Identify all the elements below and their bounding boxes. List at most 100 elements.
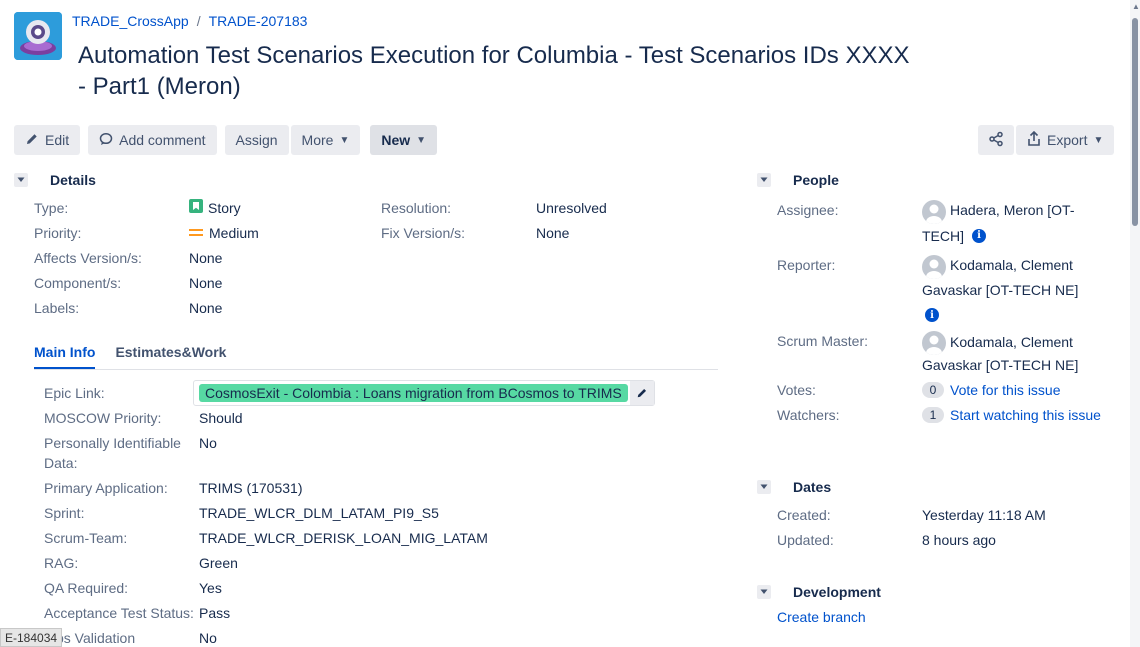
more-button[interactable]: More ▼ bbox=[290, 125, 361, 155]
add-comment-button[interactable]: Add comment bbox=[88, 125, 217, 155]
chevron-down-icon[interactable] bbox=[757, 173, 771, 187]
pencil-icon bbox=[25, 132, 39, 149]
dates-heading: Dates bbox=[793, 479, 832, 495]
chevron-down-icon: ▼ bbox=[1093, 134, 1104, 146]
type-value: Story bbox=[189, 198, 241, 218]
medium-priority-icon bbox=[189, 223, 203, 243]
pii-label-line1: Personally Identifiable bbox=[44, 435, 181, 451]
info-icon[interactable]: i bbox=[925, 308, 939, 322]
project-avatar[interactable] bbox=[14, 12, 62, 60]
resolution-value: Unresolved bbox=[536, 200, 607, 216]
pencil-icon[interactable] bbox=[630, 381, 654, 405]
labels-value[interactable]: None bbox=[189, 298, 222, 318]
page-scrollbar[interactable]: ▲ bbox=[1130, 0, 1140, 647]
chevron-down-icon: ▼ bbox=[339, 134, 350, 146]
ops-validation-value[interactable]: No bbox=[199, 628, 217, 647]
votes-count-badge: 0 bbox=[922, 382, 944, 398]
assignee-name-line1[interactable]: Hadera, Meron [OT- bbox=[950, 200, 1075, 220]
qa-required-label: QA Required: bbox=[44, 580, 129, 596]
details-heading: Details bbox=[50, 172, 96, 188]
epic-link-field[interactable]: CosmosExit - Colombia : Loans migration … bbox=[193, 380, 655, 406]
scrum-master-name-line1[interactable]: Kodamala, Clement bbox=[950, 332, 1073, 352]
watchers-label: Watchers: bbox=[777, 407, 840, 423]
reporter-name-line2[interactable]: Gavaskar [OT-TECH NE] bbox=[922, 280, 1078, 300]
info-icon[interactable]: i bbox=[972, 229, 986, 243]
chevron-down-icon[interactable] bbox=[14, 173, 28, 187]
type-value-text: Story bbox=[208, 200, 241, 216]
tab-estimates-work[interactable]: Estimates&Work bbox=[115, 344, 226, 369]
development-heading: Development bbox=[793, 584, 881, 600]
issue-summary[interactable]: Automation Test Scenarios Execution for … bbox=[78, 40, 918, 102]
watchers-value: 1 Start watching this issue bbox=[922, 405, 1101, 425]
updated-value: 8 hours ago bbox=[922, 532, 996, 548]
issue-toolbar: Edit Add comment Assign More ▼ New ▼ bbox=[14, 125, 438, 155]
start-watching-link[interactable]: Start watching this issue bbox=[950, 405, 1101, 425]
dates-module-header[interactable]: Dates bbox=[757, 479, 831, 495]
acceptance-test-status-label: Acceptance Test Status: bbox=[44, 605, 194, 621]
votes-label: Votes: bbox=[777, 382, 816, 398]
people-module-header[interactable]: People bbox=[757, 172, 839, 188]
priority-value-text: Medium bbox=[209, 225, 259, 241]
reporter-name-line1[interactable]: Kodamala, Clement bbox=[950, 255, 1073, 275]
priority-value: Medium bbox=[189, 223, 259, 243]
development-module-header[interactable]: Development bbox=[757, 584, 881, 600]
affects-version-value: None bbox=[189, 250, 223, 266]
assign-button[interactable]: Assign bbox=[224, 125, 289, 155]
scrum-master-label: Scrum Master: bbox=[777, 333, 869, 349]
epic-link-label: Epic Link: bbox=[44, 385, 105, 401]
fix-version-label: Fix Version/s: bbox=[381, 225, 466, 241]
status-tooltip: E-184034 bbox=[0, 628, 63, 647]
edit-button[interactable]: Edit bbox=[14, 125, 81, 155]
breadcrumb-project-link[interactable]: TRADE_CrossApp bbox=[72, 13, 189, 29]
right-toolbar: Export ▼ bbox=[978, 125, 1115, 155]
primary-application-label: Primary Application: bbox=[44, 480, 168, 496]
assignee-name-line2[interactable]: TECH] bbox=[922, 226, 964, 246]
created-value: Yesterday 11:18 AM bbox=[922, 507, 1046, 523]
export-button[interactable]: Export ▼ bbox=[1016, 125, 1115, 155]
primary-application-value[interactable]: TRIMS (170531) bbox=[199, 478, 302, 498]
epic-link-lozenge[interactable]: CosmosExit - Colombia : Loans migration … bbox=[199, 384, 628, 402]
assignee-name-line2-wrap: TECH] i bbox=[922, 226, 986, 246]
scrum-team-label: Scrum-Team: bbox=[44, 530, 128, 546]
breadcrumb-issue-link[interactable]: TRADE-207183 bbox=[209, 13, 308, 29]
create-branch-link[interactable]: Create branch bbox=[777, 607, 866, 627]
moscow-priority-value[interactable]: Should bbox=[199, 408, 243, 428]
qa-required-value[interactable]: Yes bbox=[199, 578, 222, 598]
component-label: Component/s: bbox=[34, 275, 122, 291]
sprint-value[interactable]: TRADE_WLCR_DLM_LATAM_PI9_S5 bbox=[199, 503, 439, 523]
pii-value[interactable]: No bbox=[199, 433, 217, 453]
new-button[interactable]: New ▼ bbox=[370, 125, 438, 155]
tab-main-info[interactable]: Main Info bbox=[34, 344, 96, 369]
acceptance-test-status-value[interactable]: Pass bbox=[199, 603, 230, 623]
fix-version-value[interactable]: None bbox=[536, 223, 569, 243]
rag-label: RAG: bbox=[44, 555, 79, 571]
edit-button-label: Edit bbox=[45, 132, 70, 148]
scrum-master-name-line2[interactable]: Gavaskar [OT-TECH NE] bbox=[922, 355, 1078, 375]
share-button[interactable] bbox=[978, 125, 1014, 155]
scrollbar-thumb[interactable] bbox=[1132, 18, 1138, 226]
chevron-down-icon[interactable] bbox=[757, 480, 771, 494]
scroll-up-arrow-icon[interactable]: ▲ bbox=[1132, 2, 1140, 11]
comment-icon bbox=[99, 132, 113, 149]
more-button-label: More bbox=[301, 132, 334, 148]
moscow-priority-label: MOSCOW Priority: bbox=[44, 410, 162, 426]
assignee-avatar bbox=[922, 200, 946, 224]
new-button-label: New bbox=[381, 132, 411, 148]
breadcrumb-separator: / bbox=[196, 13, 201, 29]
reporter-avatar bbox=[922, 255, 946, 279]
story-icon bbox=[189, 198, 203, 218]
export-button-label: Export bbox=[1047, 132, 1088, 148]
details-tabs: Main Info Estimates&Work bbox=[34, 344, 718, 370]
affects-version-label: Affects Version/s: bbox=[34, 250, 142, 266]
chevron-down-icon[interactable] bbox=[757, 585, 771, 599]
ops-validation-label: ps Validation bbox=[56, 630, 136, 646]
labels-label: Labels: bbox=[34, 300, 80, 316]
scrum-team-value[interactable]: TRADE_WLCR_DERISK_LOAN_MIG_LATAM bbox=[199, 528, 488, 548]
vote-link[interactable]: Vote for this issue bbox=[950, 380, 1061, 400]
share-icon bbox=[988, 131, 1004, 150]
rag-value[interactable]: Green bbox=[199, 553, 238, 573]
details-module-header[interactable]: Details bbox=[14, 172, 96, 188]
breadcrumb: TRADE_CrossApp / TRADE-207183 bbox=[72, 13, 307, 29]
updated-label: Updated: bbox=[777, 532, 834, 548]
scrum-master-avatar bbox=[922, 331, 946, 355]
